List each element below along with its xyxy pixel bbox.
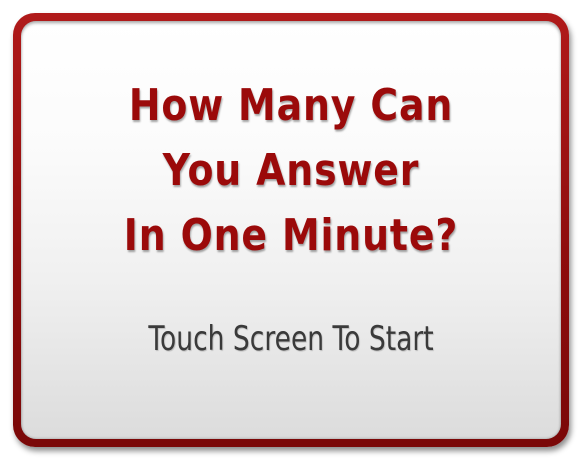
headline-line-3: In One Minute? — [123, 210, 459, 261]
start-screen-frame: How Many Can You Answer In One Minute? T… — [13, 13, 569, 447]
start-screen-panel[interactable]: How Many Can You Answer In One Minute? T… — [21, 21, 561, 439]
start-prompt: Touch Screen To Start — [148, 319, 434, 359]
headline-line-1: How Many Can — [128, 80, 454, 131]
headline: How Many Can You Answer In One Minute? — [59, 73, 523, 268]
headline-line-2: You Answer — [162, 145, 420, 196]
